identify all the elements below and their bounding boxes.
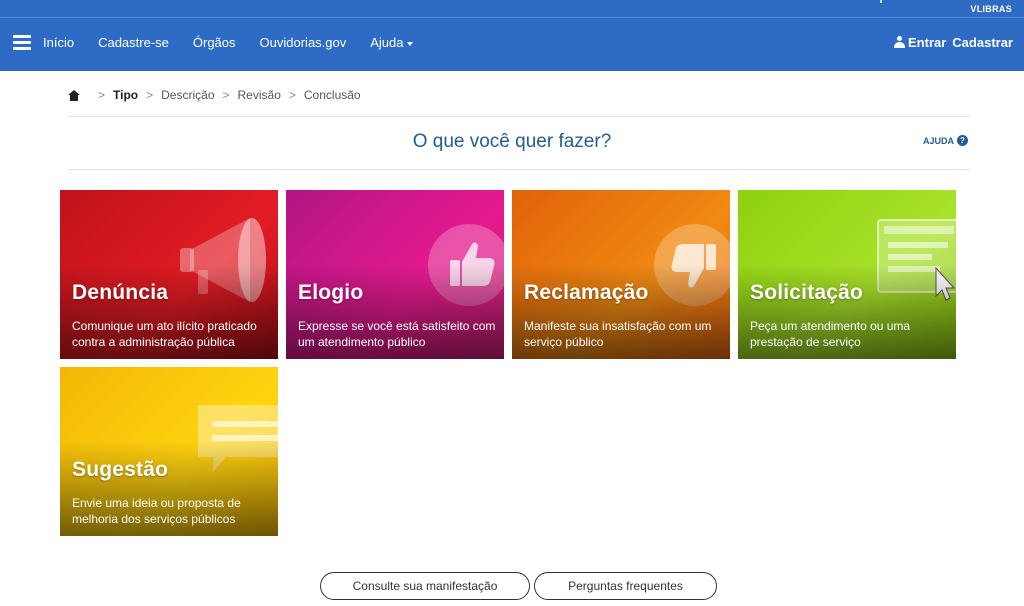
nav-item-ajuda[interactable]: Ajuda [370,35,413,50]
nav-item-ouvidorias[interactable]: Ouvidorias.gov [260,35,347,50]
login-link[interactable]: Entrar [894,35,946,50]
card-title: Sugestão [72,458,169,481]
card-reclamacao[interactable]: Reclamação Manifeste sua insatisfação co… [512,190,730,359]
vlibras-link[interactable]: VLIBRAS [970,4,1012,14]
breadcrumb-separator: > [146,88,154,102]
account-nav: Entrar Cadastrar [894,35,1013,50]
card-description: Envie uma ideia ou proposta de melhoria … [72,496,241,526]
menu-icon[interactable] [13,35,31,51]
breadcrumb-step-descricao: Descrição [161,88,215,102]
home-icon[interactable] [68,89,80,101]
top-header: VLIBRAS Início Cadastre-se Órgãos Ouvido… [0,0,1024,71]
faq-button[interactable]: Perguntas frequentes [534,572,717,600]
nav-item-cadastre-se[interactable]: Cadastre-se [98,35,169,50]
card-description: Expresse se você está satisfeito com um … [298,319,496,349]
divider [68,169,970,170]
breadcrumb-separator: > [288,88,296,102]
card-elogio[interactable]: Elogio Expresse se você está satisfeito … [286,190,504,359]
consult-manifestation-button[interactable]: Consulte sua manifestação [320,572,530,600]
card-sugestao[interactable]: Sugestão Envie uma ideia ou proposta de … [60,367,278,536]
breadcrumb-step-conclusao: Conclusão [303,88,361,102]
card-title: Elogio [298,281,364,304]
breadcrumb-separator: > [98,88,106,102]
help-label: AJUDA [922,135,954,146]
divider [68,116,970,117]
strip-marker [880,0,882,3]
user-icon [894,36,905,48]
card-title: Denúncia [72,281,169,304]
breadcrumb-separator: > [222,88,230,102]
card-denuncia[interactable]: Denúncia Comunique um ato ilícito pratic… [60,190,278,359]
breadcrumb: > Tipo > Descrição > Revisão > Conclusão [68,88,361,102]
card-description: Comunique um ato ilícito praticado contr… [72,319,257,349]
help-link[interactable]: AJUDA ? [923,135,968,146]
card-solicitacao[interactable]: Solicitação Peça um atendimento ou uma p… [738,190,956,359]
card-description: Peça um atendimento ou uma prestação de … [750,319,911,349]
card-title: Reclamação [524,281,649,304]
question-icon: ? [957,135,968,146]
main-nav: Início Cadastre-se Órgãos Ouvidorias.gov… [43,35,413,50]
accessibility-strip: VLIBRAS [0,0,1024,18]
card-description: Manifeste sua insatisfação com um serviç… [524,319,712,349]
nav-item-inicio[interactable]: Início [43,35,74,50]
nav-item-orgaos[interactable]: Órgãos [193,35,236,50]
breadcrumb-step-tipo: Tipo [113,88,139,102]
breadcrumb-step-revisao: Revisão [237,88,281,102]
login-label: Entrar [908,35,947,50]
chevron-down-icon [406,41,413,46]
nav-item-ajuda-label: Ajuda [370,35,404,50]
register-link[interactable]: Cadastrar [952,35,1013,50]
page-title: O que você quer fazer? [412,131,612,152]
card-title: Solicitação [750,281,864,304]
